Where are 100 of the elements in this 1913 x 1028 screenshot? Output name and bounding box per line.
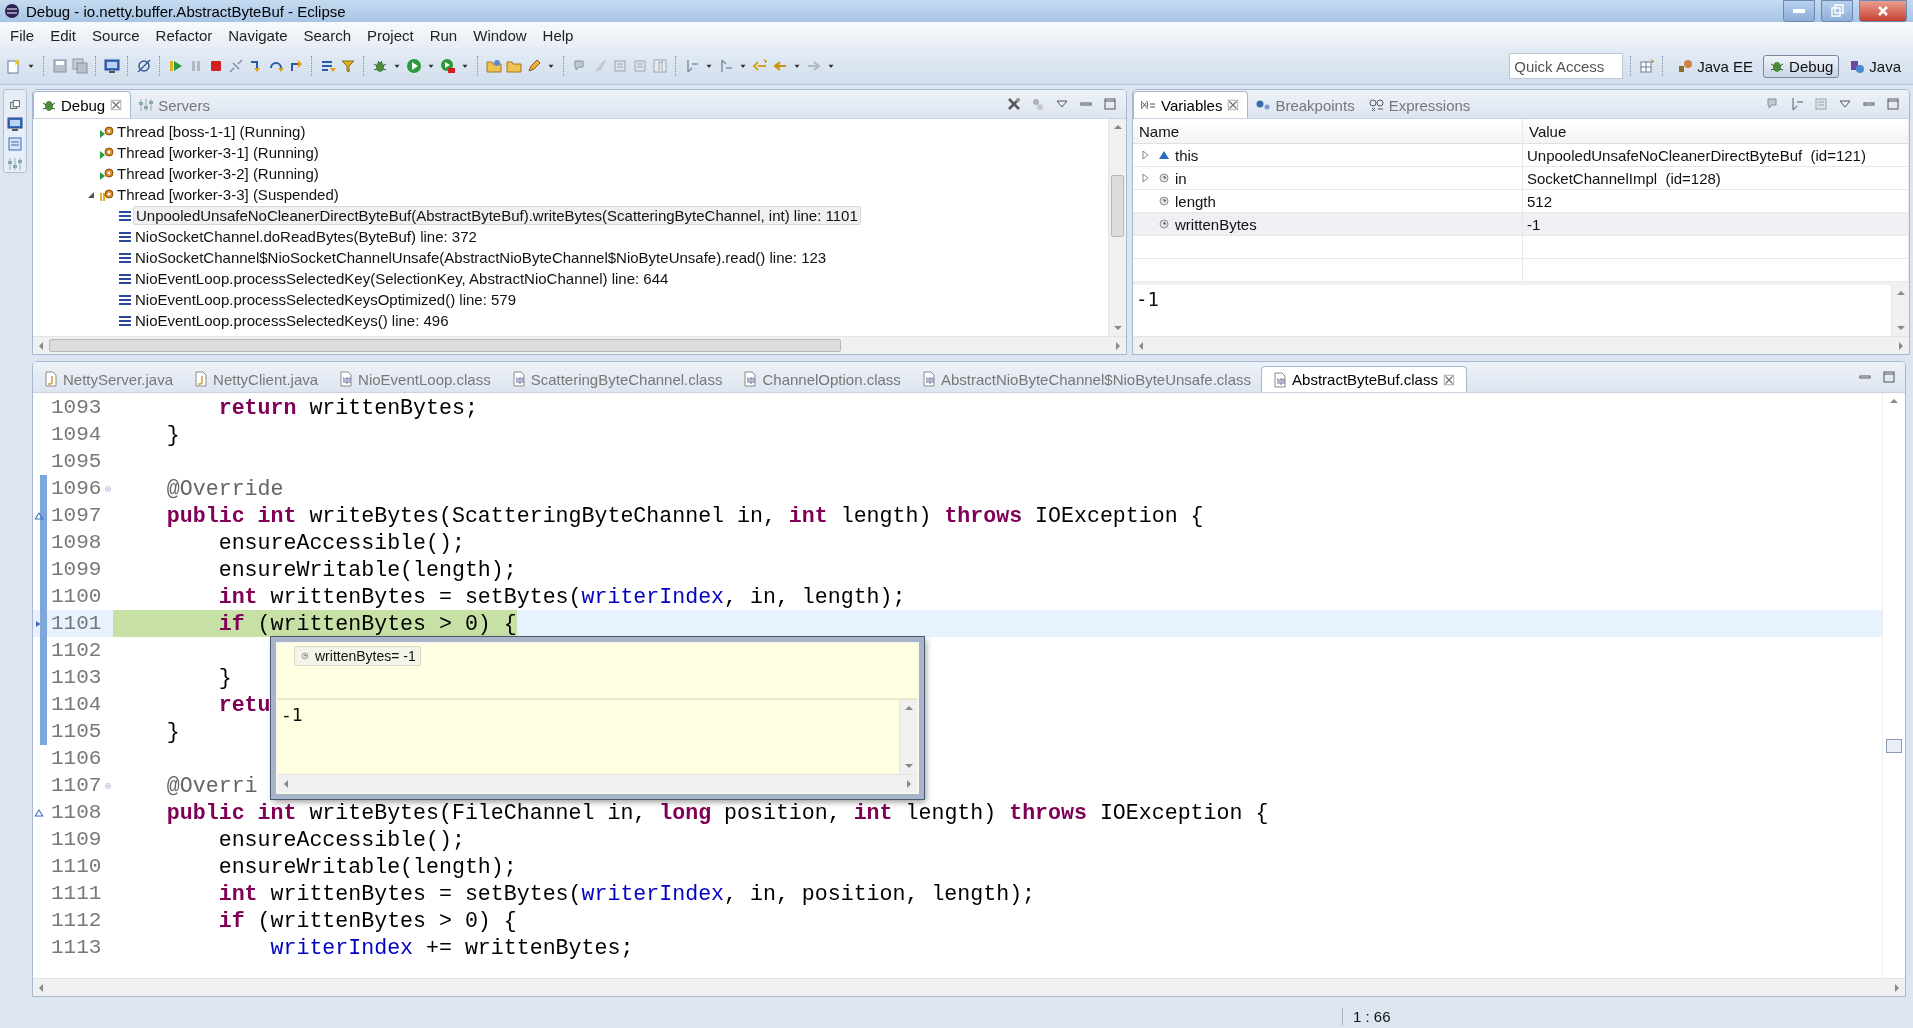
class-file-icon (742, 371, 759, 387)
menu-item[interactable]: Project (359, 24, 422, 46)
stack-frame-item[interactable]: NioEventLoop.processSelectedKeysOptimized() line: 579 (133, 291, 519, 308)
editor-tab[interactable]: NioEventLoop.class (328, 366, 501, 392)
maximize-icon[interactable] (1885, 96, 1901, 112)
close-icon[interactable] (1226, 98, 1241, 112)
menu-item[interactable]: Refactor (147, 24, 221, 46)
perspective-button[interactable]: Java (1843, 54, 1907, 78)
stop-icon[interactable] (208, 58, 224, 74)
drop-frame-icon[interactable] (320, 58, 336, 74)
filter-icon[interactable] (340, 58, 356, 74)
view-tab[interactable]: Expressions (1361, 92, 1478, 118)
suspended-thread-icon (99, 186, 115, 203)
menu-item[interactable]: Run (421, 24, 466, 46)
view-tab[interactable]: Variables (1133, 91, 1249, 118)
open-perspective-icon[interactable] (1639, 58, 1656, 74)
stack-frame-item[interactable]: NioSocketChannel.doReadBytes(ByteBuf) line: 372 (133, 228, 479, 245)
perspective-button[interactable]: Debug (1763, 54, 1840, 78)
class-file-icon (338, 371, 355, 387)
vertical-scrollbar[interactable] (1108, 119, 1126, 336)
variable-name[interactable]: writtenBytes (1175, 215, 1257, 233)
monitor-icon[interactable] (7, 116, 23, 132)
save-icon[interactable] (52, 58, 68, 74)
run-icon[interactable] (406, 58, 422, 74)
fold-icon[interactable] (103, 780, 113, 791)
column-header[interactable]: Name (1133, 119, 1523, 144)
horizontal-scrollbar[interactable] (33, 336, 1126, 354)
stack-frame-item[interactable]: NioSocketChannel$NioSocketChannelUnsafe(AbstractNioByteChannel$NioByteUnsafe).read() line: 123 (133, 249, 829, 266)
menu-item[interactable]: Search (295, 24, 359, 46)
vertical-scrollbar[interactable] (1891, 285, 1909, 336)
horizontal-scrollbar[interactable] (1133, 336, 1909, 354)
editor-tab[interactable]: NettyClient.java (183, 366, 329, 392)
variable-name[interactable]: this (1175, 146, 1199, 164)
checklist-icon[interactable] (7, 136, 23, 152)
close-icon[interactable] (109, 98, 124, 112)
code-line: ensureAccessible(); (217, 826, 465, 853)
step-return-icon[interactable] (288, 58, 304, 74)
thread-item[interactable]: Thread [worker-3-2] (Running) (115, 165, 321, 182)
monitor-icon[interactable] (104, 58, 120, 74)
menu-item[interactable]: Help (534, 24, 582, 46)
thread-item[interactable]: Thread [worker-3-3] (Suspended) (115, 186, 341, 203)
code-line: @Override (165, 475, 284, 502)
variable-name[interactable]: in (1175, 169, 1187, 187)
scrollbar-thumb[interactable] (49, 339, 841, 352)
horizontal-scrollbar[interactable] (278, 774, 917, 792)
save-all-icon[interactable] (72, 58, 88, 74)
code-line: int writtenBytes = setBytes(writerIndex, in, length); (217, 583, 906, 610)
editor-tab[interactable]: AbstractByteBuf.class (1261, 366, 1467, 392)
maximize-icon[interactable] (1102, 96, 1118, 112)
editor-tab[interactable]: AbstractNioByteChannel$NioByteUnsafe.class (910, 366, 1262, 392)
column-header[interactable]: Value (1523, 119, 1909, 144)
view-tab[interactable]: Servers (131, 92, 217, 118)
folder-icon[interactable] (506, 58, 522, 74)
resume-icon[interactable] (168, 58, 184, 74)
line-number: 1102 (51, 639, 103, 662)
variable-name[interactable]: length (1175, 192, 1216, 210)
variable-item[interactable]: writtenBytes= -1 (294, 646, 421, 666)
open-folder-icon[interactable] (486, 58, 502, 74)
remove-all-icon[interactable] (1006, 96, 1022, 112)
run-tools-icon[interactable] (440, 58, 456, 74)
editor-tab[interactable]: NettyServer.java (33, 366, 184, 392)
restore-icon[interactable] (8, 98, 22, 112)
maximize-icon[interactable] (1881, 369, 1897, 385)
stack-frame-item[interactable]: NioEventLoop.processSelectedKeys() line: 496 (133, 312, 451, 329)
editor-tab[interactable]: ScatteringByteChannel.class (500, 366, 733, 392)
editor-tab[interactable]: ChannelOption.class (732, 366, 911, 392)
perspective-button[interactable]: Java EE (1671, 54, 1760, 78)
thread-item[interactable]: Thread [boss-1-1] (Running) (115, 123, 308, 140)
paragraph-icon[interactable] (652, 58, 668, 74)
menu-item[interactable]: Source (84, 24, 148, 46)
line-number: 1101 (51, 612, 103, 635)
skip-breakpoints-icon[interactable] (136, 58, 152, 74)
bug-icon[interactable] (372, 58, 388, 74)
scrollbar-thumb[interactable] (1111, 175, 1124, 237)
menu-item[interactable]: Window (465, 24, 535, 46)
view-tab[interactable]: Debug (33, 91, 132, 118)
menu-item[interactable]: Navigate (220, 24, 296, 46)
menu-item[interactable]: Edit (42, 24, 85, 46)
class-file-icon (920, 371, 937, 387)
servers-icon (138, 97, 155, 113)
scrollbar-thumb[interactable] (1886, 739, 1902, 753)
pen-icon[interactable] (526, 58, 542, 74)
menu-item[interactable]: File (2, 24, 43, 46)
minimize-button[interactable] (1783, 0, 1815, 22)
disconnect-icon[interactable] (228, 58, 244, 74)
variable-icon (299, 650, 311, 662)
quick-access-field[interactable]: Quick Access (1509, 53, 1624, 79)
view-tab[interactable]: Breakpoints (1248, 92, 1362, 118)
restore-button[interactable] (1821, 0, 1853, 22)
vertical-scrollbar[interactable] (899, 700, 917, 774)
minimize-icon (1793, 9, 1805, 13)
stack-frame-item[interactable]: NioEventLoop.processSelectedKey(SelectionKey, AbstractNioChannel) line: 644 (133, 270, 671, 287)
line-number: 1103 (51, 666, 103, 689)
fold-icon[interactable] (103, 483, 113, 494)
close-button[interactable] (1859, 0, 1907, 22)
dots-icon[interactable] (1030, 96, 1046, 112)
stack-frame-item[interactable]: UnpooledUnsafeNoCleanerDirectByteBuf(AbstractByteBuf).writeBytes(ScatteringByteChannel, int) line: 1101 (133, 206, 861, 225)
thread-item[interactable]: Thread [worker-3-1] (Running) (115, 144, 321, 161)
horizontal-scrollbar[interactable] (33, 978, 1905, 996)
close-icon[interactable] (1441, 372, 1456, 387)
